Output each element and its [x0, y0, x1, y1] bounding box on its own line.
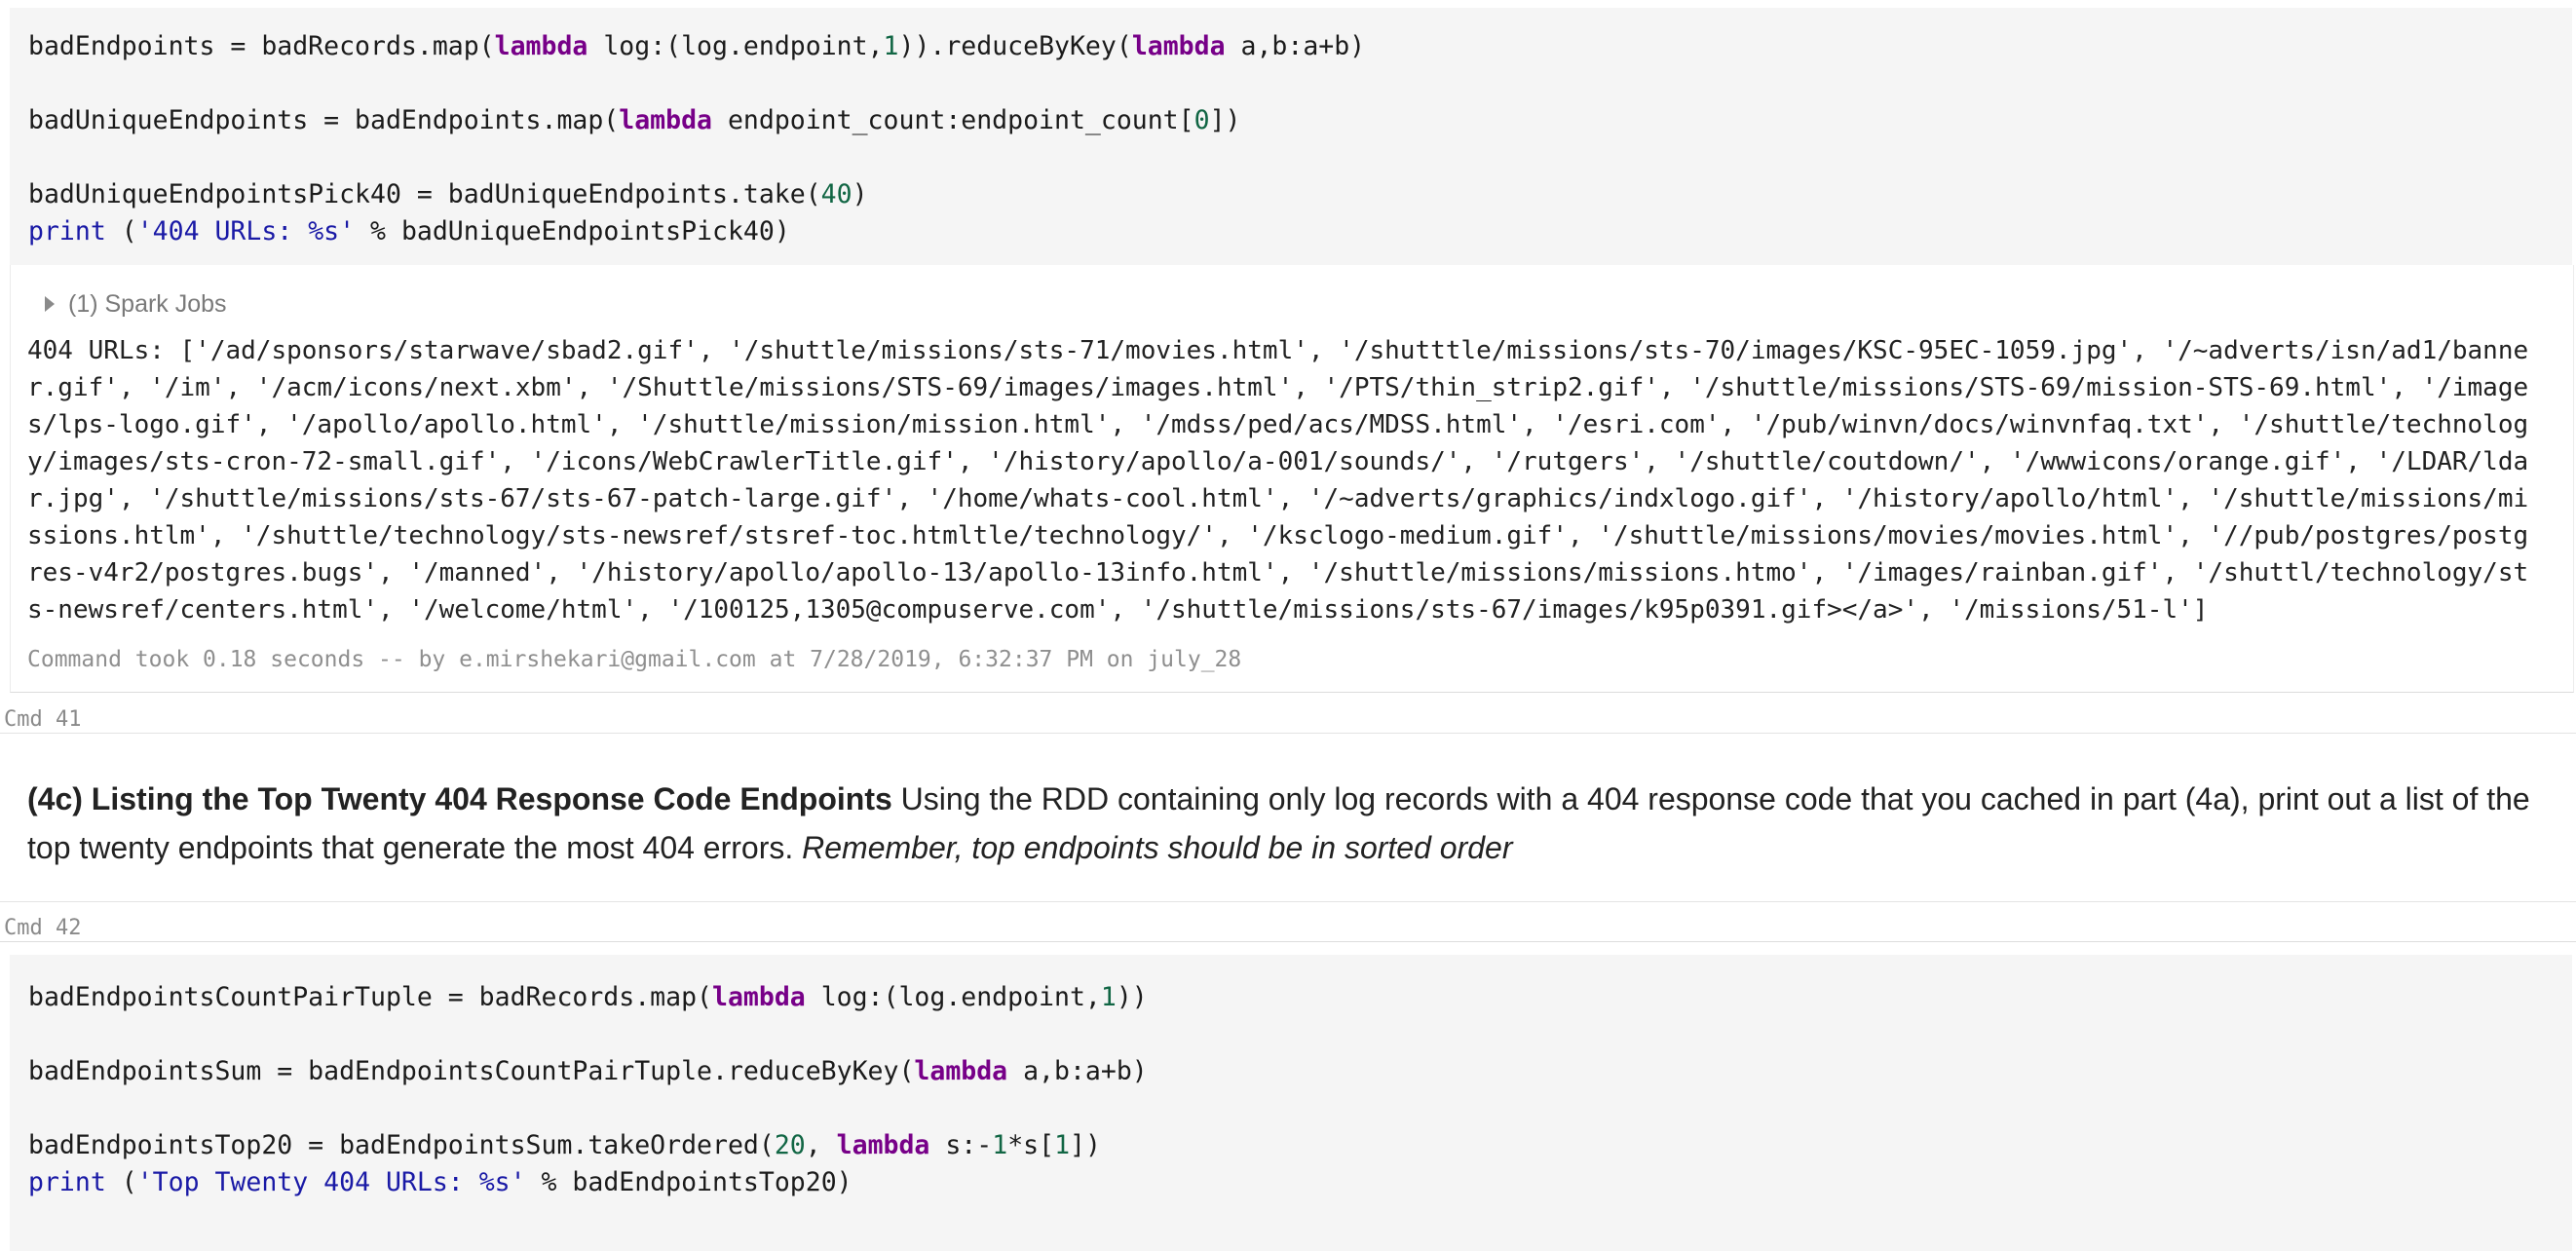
spark-jobs-label: (1) Spark Jobs: [68, 289, 227, 318]
code-line-2: badUniqueEndpoints = badEndpoints.map(la…: [28, 105, 1241, 135]
code-line-3: badEndpointsTop20 = badEndpointsSum.take…: [28, 1130, 1101, 1160]
code-line-4: print ('Top Twenty 404 URLs: %s' % badEn…: [28, 1167, 852, 1197]
spark-jobs-toggle[interactable]: (1) Spark Jobs: [35, 288, 227, 320]
code-line-1: badEndpoints = badRecords.map(lambda log…: [28, 31, 1366, 61]
command-took-status: Command took 0.18 seconds -- by e.mirshe…: [27, 647, 1242, 672]
cell-divider: [0, 941, 2576, 942]
markdown-text: (4c) Listing the Top Twenty 404 Response…: [27, 775, 2547, 872]
markdown-cell[interactable]: (4c) Listing the Top Twenty 404 Response…: [0, 733, 2576, 902]
code-line-1: badEndpointsCountPairTuple = badRecords.…: [28, 982, 1148, 1012]
markdown-emphasis: Remember, top endpoints should be in sor…: [802, 830, 1513, 865]
code-cell-1[interactable]: badEndpoints = badRecords.map(lambda log…: [10, 8, 2572, 265]
cmd-41-label: Cmd 41: [4, 707, 82, 732]
cmd-42-label: Cmd 42: [4, 916, 82, 940]
caret-right-icon: [45, 296, 55, 312]
code-line-3: badUniqueEndpointsPick40 = badUniqueEndp…: [28, 179, 868, 209]
code-line-4: print ('404 URLs: %s' % badUniqueEndpoin…: [28, 216, 790, 246]
code-line-2: badEndpointsSum = badEndpointsCountPairT…: [28, 1056, 1148, 1086]
markdown-heading: (4c) Listing the Top Twenty 404 Response…: [27, 781, 892, 816]
cell-output-text: 404 URLs: ['/ad/sponsors/starwave/sbad2.…: [27, 336, 2529, 625]
code-cell-2[interactable]: badEndpointsCountPairTuple = badRecords.…: [10, 955, 2572, 1251]
